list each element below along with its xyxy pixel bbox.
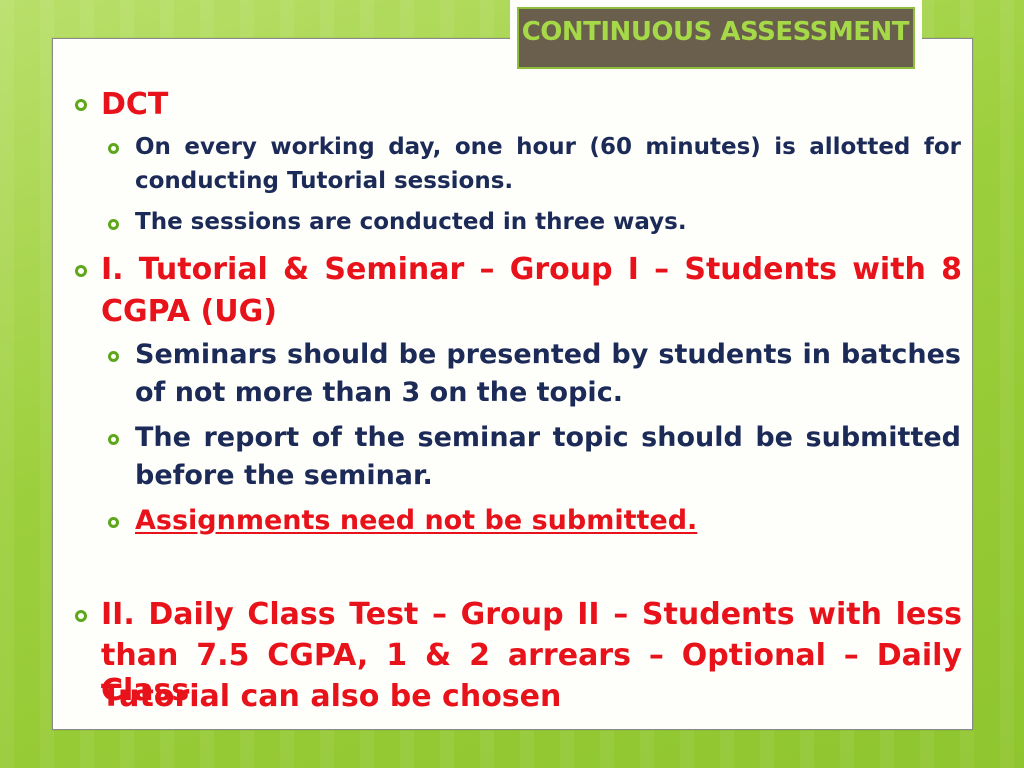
- group-1-item-2-line-2: before the seminar.: [135, 460, 433, 491]
- bullet-icon: [108, 351, 119, 362]
- slide-content: DCT On every working day, one hour (60 m…: [0, 0, 1024, 768]
- group-2-heading-line-3: Tutorial can also be chosen: [101, 679, 562, 714]
- bullet-icon: [108, 434, 119, 445]
- group-1-item-2-line-1: The report of the seminar topic should b…: [135, 422, 961, 453]
- group-1-heading-line-2: CGPA (UG): [101, 294, 277, 329]
- group-1-heading-line-1: I. Tutorial & Seminar – Group I – Studen…: [101, 252, 962, 287]
- group-1-item-1-line-2: of not more than 3 on the topic.: [135, 377, 623, 408]
- dct-item-1-line-2: conducting Tutorial sessions.: [135, 168, 514, 194]
- bullet-icon: [75, 99, 87, 111]
- bullet-icon: [108, 143, 119, 154]
- group-1-item-3: Assignments need not be submitted.: [135, 505, 698, 536]
- group-1-item-1-line-1: Seminars should be presented by students…: [135, 339, 961, 370]
- bullet-icon: [108, 219, 119, 230]
- bullet-icon: [108, 517, 119, 528]
- heading-dct: DCT: [101, 87, 169, 122]
- bullet-icon: [75, 265, 87, 277]
- dct-item-1-line-1: On every working day, one hour (60 minut…: [135, 134, 961, 160]
- dct-item-2: The sessions are conducted in three ways…: [135, 209, 687, 235]
- bullet-icon: [75, 610, 87, 622]
- group-2-heading-line-1: II. Daily Class Test – Group II – Studen…: [101, 597, 962, 632]
